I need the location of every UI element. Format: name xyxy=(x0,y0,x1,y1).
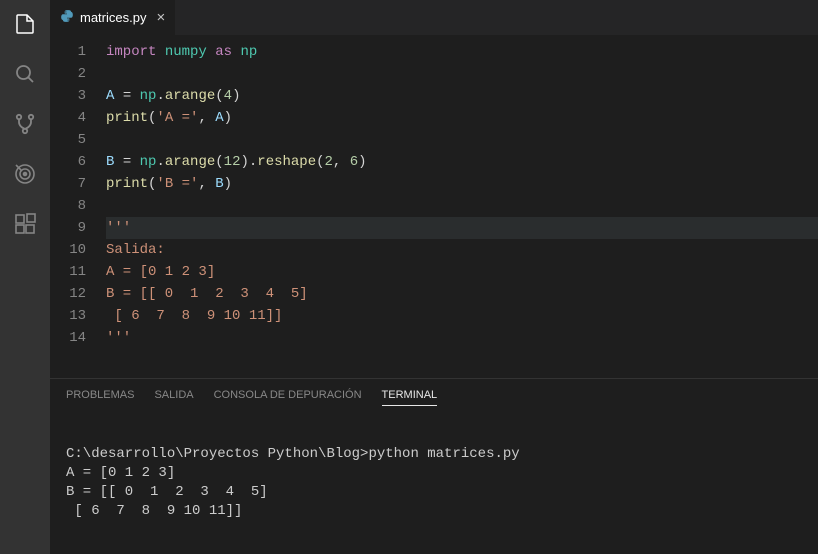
extensions-icon[interactable] xyxy=(11,210,39,238)
bottom-panel: PROBLEMAS SALIDA CONSOLA DE DEPURACIÓN TERM… xyxy=(50,378,818,554)
explorer-icon[interactable] xyxy=(11,10,39,38)
code-content[interactable]: import numpy as np A = np.arange(4)print… xyxy=(106,41,818,378)
code-line[interactable]: Salida: xyxy=(106,239,818,261)
code-line[interactable]: import numpy as np xyxy=(106,41,818,63)
code-line[interactable]: A = np.arange(4) xyxy=(106,85,818,107)
line-number: 13 xyxy=(50,305,86,327)
search-icon[interactable] xyxy=(11,60,39,88)
line-number: 4 xyxy=(50,107,86,129)
code-line[interactable] xyxy=(106,63,818,85)
code-line[interactable]: ''' xyxy=(106,327,818,349)
line-number: 7 xyxy=(50,173,86,195)
code-line[interactable]: print('B =', B) xyxy=(106,173,818,195)
line-number: 3 xyxy=(50,85,86,107)
panel-tabs: PROBLEMAS SALIDA CONSOLA DE DEPURACIÓN TERM… xyxy=(50,379,818,412)
line-numbers: 1234567891011121314 xyxy=(50,41,106,378)
tab-label: matrices.py xyxy=(80,10,146,25)
line-number: 10 xyxy=(50,239,86,261)
line-number: 5 xyxy=(50,129,86,151)
editor-tabs: matrices.py × xyxy=(50,0,818,35)
terminal-output[interactable]: C:\desarrollo\Proyectos Python\Blog>pyth… xyxy=(50,412,818,554)
panel-tab-terminal[interactable]: TERMINAL xyxy=(382,389,438,406)
close-icon[interactable]: × xyxy=(156,9,165,26)
line-number: 2 xyxy=(50,63,86,85)
activity-bar xyxy=(0,0,50,554)
code-line[interactable] xyxy=(106,129,818,151)
code-editor[interactable]: 1234567891011121314 import numpy as np A… xyxy=(50,35,818,378)
panel-tab-salida[interactable]: SALIDA xyxy=(154,389,193,406)
line-number: 11 xyxy=(50,261,86,283)
panel-tab-consola-de-depuración[interactable]: CONSOLA DE DEPURACIÓN xyxy=(214,389,362,406)
code-line[interactable]: A = [0 1 2 3] xyxy=(106,261,818,283)
code-line[interactable]: [ 6 7 8 9 10 11]] xyxy=(106,305,818,327)
code-line[interactable]: B = [[ 0 1 2 3 4 5] xyxy=(106,283,818,305)
line-number: 6 xyxy=(50,151,86,173)
line-number: 12 xyxy=(50,283,86,305)
line-number: 8 xyxy=(50,195,86,217)
source-control-icon[interactable] xyxy=(11,110,39,138)
line-number: 1 xyxy=(50,41,86,63)
panel-tab-problemas[interactable]: PROBLEMAS xyxy=(66,389,134,406)
tab-matrices[interactable]: matrices.py × xyxy=(50,0,176,35)
code-line[interactable] xyxy=(106,195,818,217)
debug-icon[interactable] xyxy=(11,160,39,188)
main-area: matrices.py × 1234567891011121314 import… xyxy=(50,0,818,554)
line-number: 9 xyxy=(50,217,86,239)
code-line[interactable]: print('A =', A) xyxy=(106,107,818,129)
python-file-icon xyxy=(60,9,74,26)
code-line[interactable]: B = np.arange(12).reshape(2, 6) xyxy=(106,151,818,173)
code-line[interactable]: ''' xyxy=(106,217,818,239)
line-number: 14 xyxy=(50,327,86,349)
